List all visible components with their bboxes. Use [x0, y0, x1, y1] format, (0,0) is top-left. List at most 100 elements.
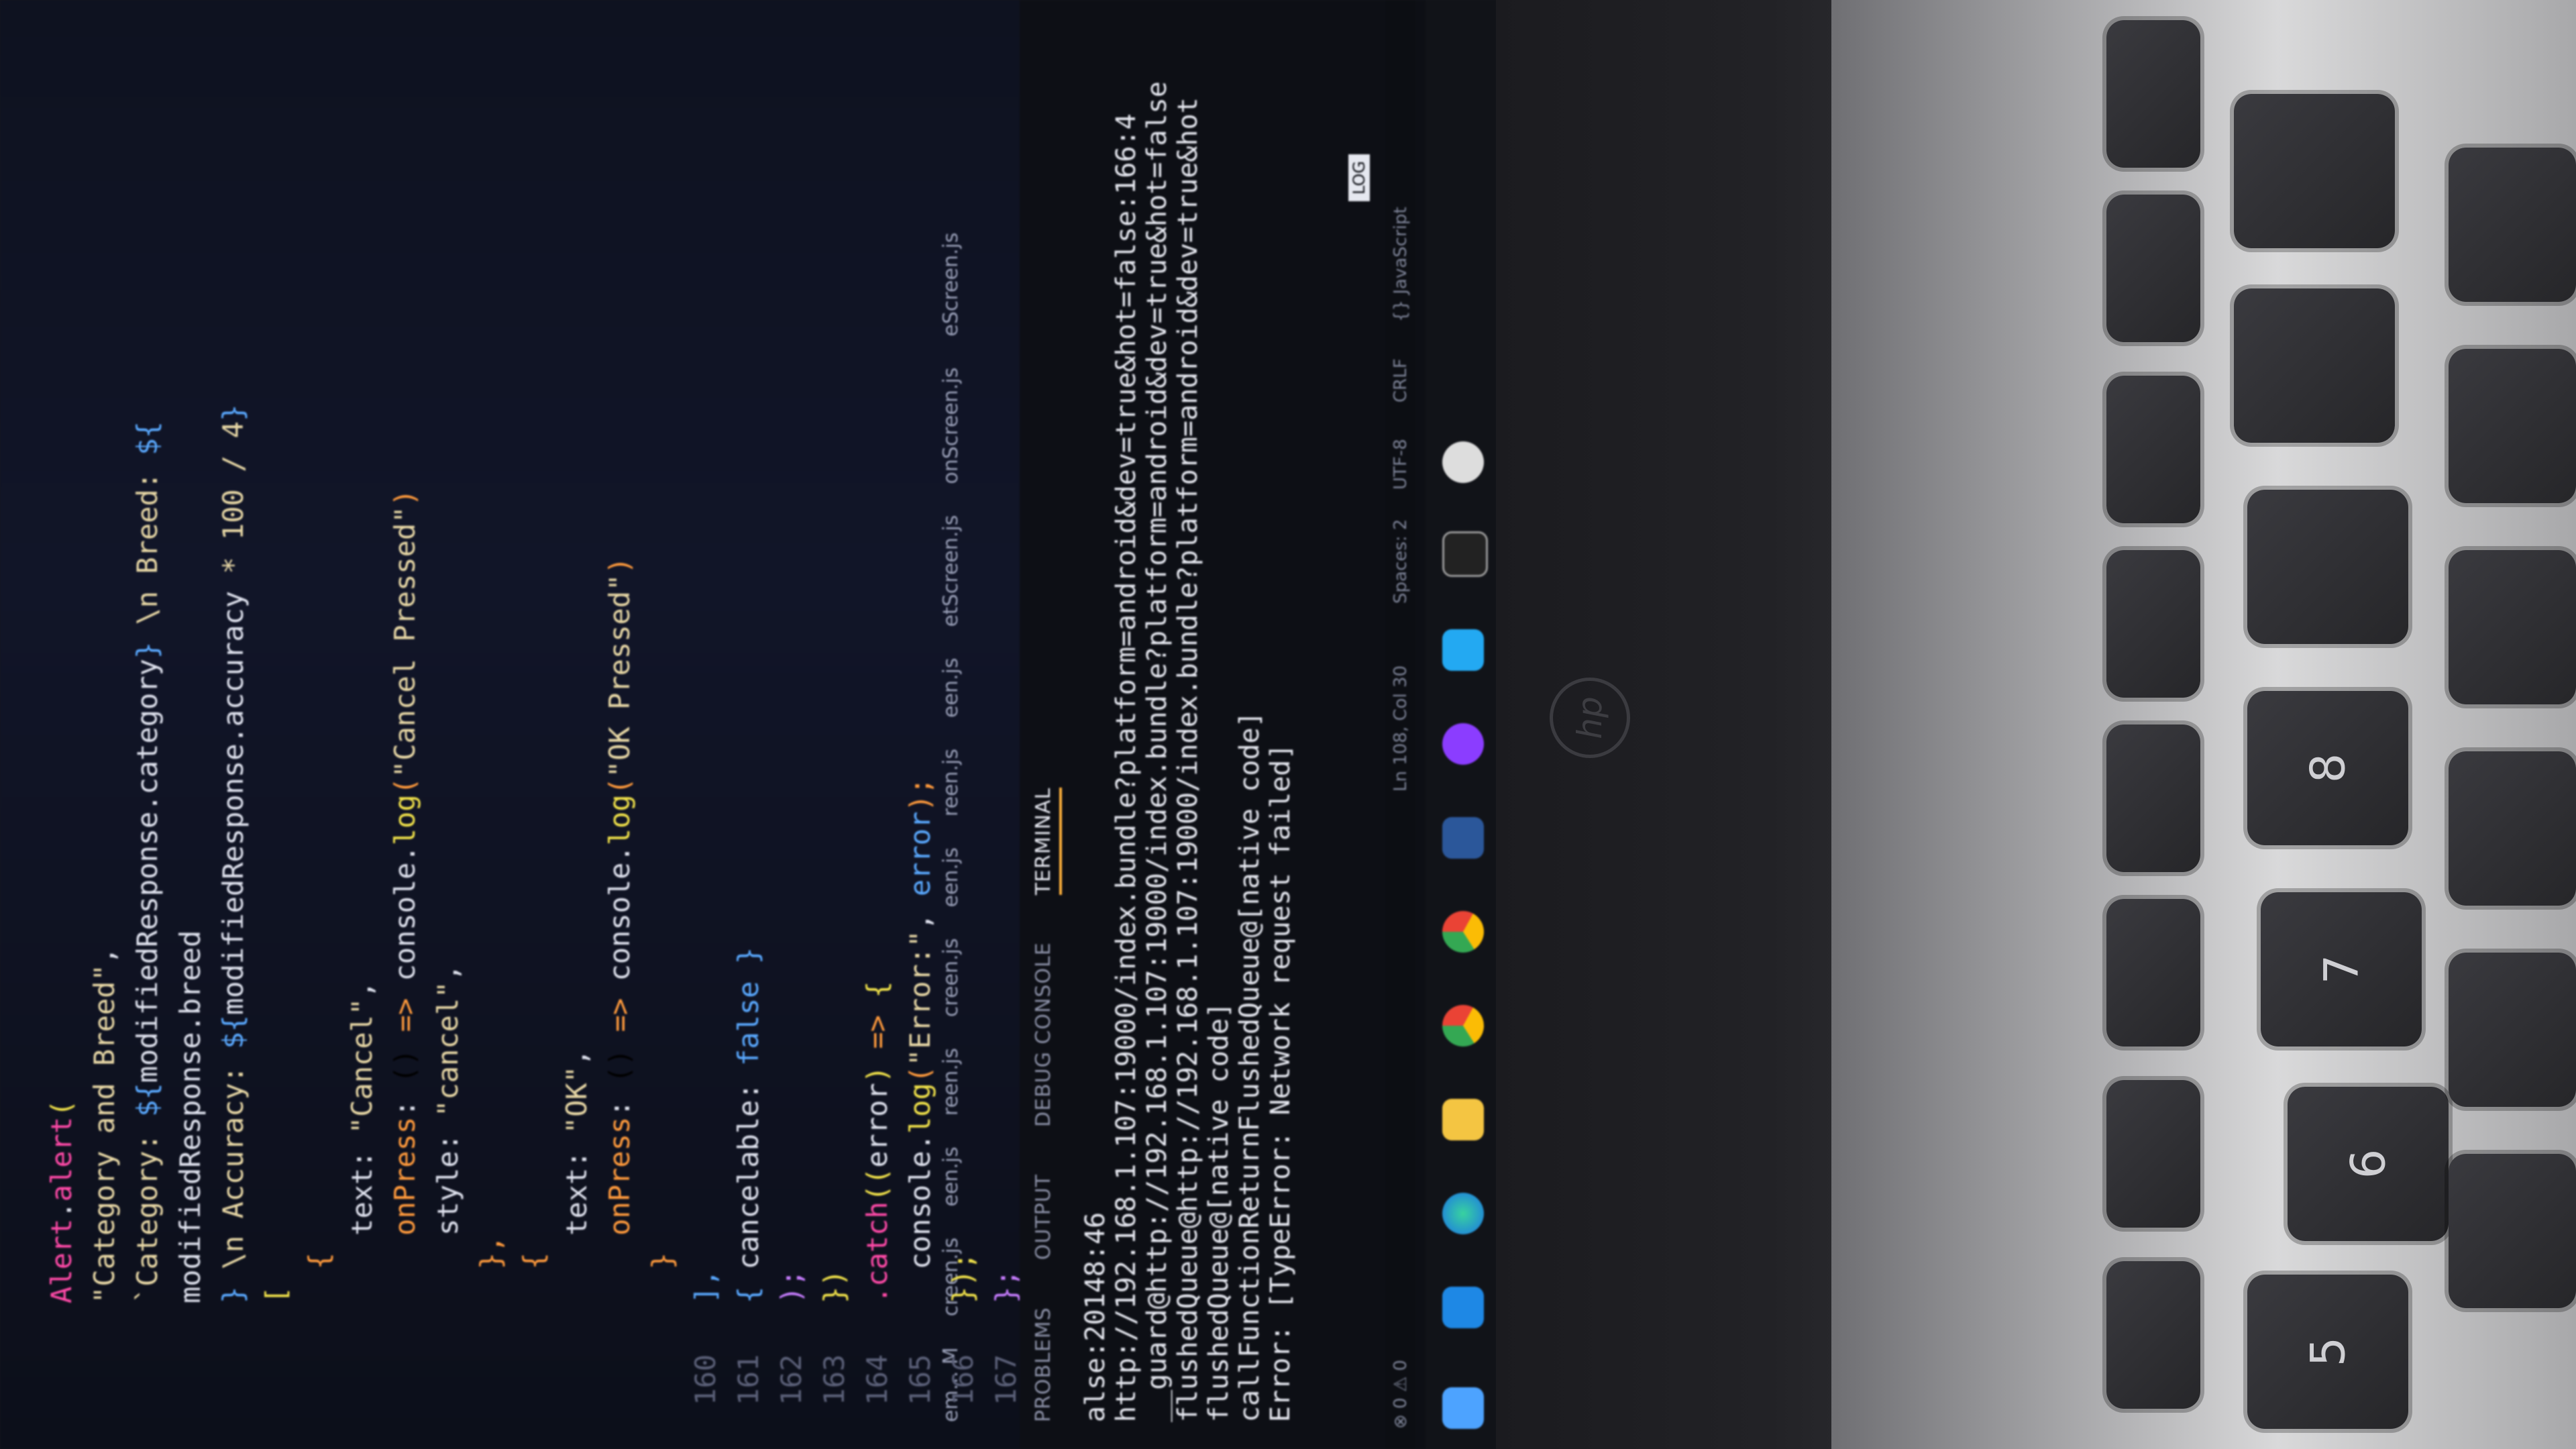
code-token: ,	[88, 947, 121, 965]
code-token: (	[603, 777, 636, 795]
terminal-line: http://192.168.1.107:19000/index.bundle?…	[1111, 113, 1142, 1422]
tab-terminal[interactable]: TERMINAL	[1032, 787, 1062, 896]
code-token: cancelable:	[732, 1065, 765, 1270]
key-7[interactable]: 7	[2261, 892, 2422, 1046]
tab-debug-console[interactable]: DEBUG CONSOLE	[1032, 942, 1055, 1127]
code-token: })	[818, 1269, 851, 1303]
code-token: \n Accuracy:	[217, 1049, 250, 1287]
vscode-icon[interactable]	[1442, 629, 1484, 671]
key[interactable]	[2449, 550, 2576, 704]
chrome-profile-icon[interactable]	[1442, 911, 1484, 953]
code-token: "Cancel"	[345, 998, 378, 1134]
cursor-position[interactable]: Ln 108, Col 30	[1391, 665, 1411, 792]
key[interactable]	[2449, 953, 2576, 1107]
key[interactable]	[2449, 1154, 2576, 1308]
code-line: onPress: () => console.log("Cancel Press…	[384, 13, 427, 1422]
code-token: console.	[603, 845, 636, 981]
start-icon[interactable]	[1442, 1387, 1484, 1429]
line-number: 165	[904, 1303, 936, 1422]
code-line: text: "Cancel",	[341, 13, 384, 1422]
code-editor[interactable]: Alert.alert( "Category and Breed", `Cate…	[40, 13, 1022, 1422]
code-line: "Category and Breed",	[83, 13, 126, 1422]
code-token: ${	[131, 1083, 164, 1117]
file-explorer-icon[interactable]	[1442, 1099, 1484, 1140]
laptop-screen: em... Mcreen.jseen.jsreen.jscreen.jseen.…	[0, 0, 1503, 1449]
problems-count[interactable]: ⊗ 0 ⚠ 0	[1391, 1360, 1411, 1429]
code-token: log	[388, 794, 421, 846]
mail-icon[interactable]	[1442, 1287, 1484, 1328]
fn-key[interactable]	[2106, 195, 2200, 342]
indentation[interactable]: Spaces: 2	[1391, 519, 1411, 604]
key-5[interactable]: 5	[2247, 1275, 2408, 1429]
terminal-icon[interactable]	[1442, 531, 1488, 577]
code-token: "Category and Breed"	[88, 964, 121, 1303]
code-token: log	[603, 794, 636, 846]
code-token: =>	[603, 981, 636, 1032]
key-8[interactable]: 8	[2247, 691, 2408, 845]
line-number: 163	[818, 1303, 851, 1422]
code-token: ()	[603, 1032, 636, 1083]
code-token: text:	[560, 1134, 593, 1303]
line-number: 162	[775, 1303, 808, 1422]
fn-key[interactable]	[2106, 376, 2200, 523]
code-line: {	[513, 13, 555, 1422]
key[interactable]	[2234, 288, 2395, 443]
chrome-icon[interactable]	[1442, 1005, 1484, 1046]
status-bar: ⊗ 0 ⚠ 0 Ln 108, Col 30 Spaces: 2 UTF-8 C…	[1385, 0, 1415, 1449]
code-token: );	[904, 777, 936, 812]
fn-key[interactable]	[2106, 20, 2200, 168]
code-token: \n Breed:	[131, 455, 164, 642]
code-token: {	[517, 1252, 550, 1303]
language-mode[interactable]: {} JavaScript	[1391, 207, 1411, 322]
code-token: :	[388, 1083, 421, 1117]
key[interactable]	[2449, 751, 2576, 906]
canva-icon[interactable]	[1442, 723, 1484, 765]
code-token: alert	[45, 1116, 78, 1202]
key[interactable]	[2449, 349, 2576, 503]
code-token: text:	[345, 1134, 378, 1303]
encoding[interactable]: UTF-8	[1391, 439, 1411, 490]
code-token: "cancel"	[431, 981, 464, 1117]
fn-key[interactable]	[2106, 899, 2200, 1046]
line-ending[interactable]: CRLF	[1391, 358, 1411, 402]
code-line: style: "cancel",	[427, 13, 470, 1422]
app-icon[interactable]	[1442, 441, 1484, 483]
code-line: } \n Accuracy: ${modifiedResponse.accura…	[212, 13, 255, 1422]
fn-key[interactable]	[2106, 1261, 2200, 1409]
key[interactable]	[2449, 148, 2576, 302]
fn-key[interactable]	[2106, 724, 2200, 872]
tab-output[interactable]: OUTPUT	[1032, 1174, 1055, 1260]
terminal-output[interactable]: alse:20148:46 http://192.168.1.107:19000/…	[1080, 13, 1296, 1422]
line-number: 167	[989, 1303, 1022, 1422]
code-token: :	[603, 1083, 636, 1117]
key[interactable]	[2247, 490, 2408, 644]
code-line: 165 console.log("Error:", error);	[899, 13, 942, 1422]
fn-key[interactable]	[2106, 550, 2200, 698]
code-token: "OK"	[560, 1065, 593, 1134]
key-6[interactable]: 6	[2288, 1087, 2449, 1241]
code-line: 164 .catch((error) => {	[856, 13, 899, 1422]
code-token: "Cancel Pressed"	[388, 506, 421, 778]
fn-key[interactable]	[2106, 1080, 2200, 1228]
code-token: style:	[431, 1116, 464, 1303]
key[interactable]	[2234, 94, 2395, 248]
code-token: ,	[904, 896, 936, 930]
line-number: 166	[947, 1303, 979, 1422]
word-icon[interactable]	[1442, 817, 1484, 859]
code-token: {	[303, 1252, 335, 1303]
code-token: =>	[861, 998, 894, 1049]
code-token: .	[45, 1201, 78, 1219]
line-number: 160	[689, 1303, 722, 1422]
code-token: });	[947, 1252, 979, 1303]
tab-problems[interactable]: PROBLEMS	[1032, 1307, 1055, 1422]
edge-icon[interactable]	[1442, 1193, 1484, 1234]
laptop-keyboard: 5 6 7 8	[1831, 0, 2576, 1449]
code-token: }	[646, 1252, 679, 1303]
code-token: ((	[861, 1167, 894, 1202]
key-6-label: 6	[2340, 1148, 2396, 1179]
key-8-label: 8	[2300, 753, 2355, 784]
code-token: };	[989, 1269, 1022, 1303]
code-token: log	[904, 1083, 936, 1134]
terminal-line: __guard@http://192.168.1.107:19000/index…	[1142, 81, 1173, 1422]
code-token: "Error:"	[904, 930, 936, 1066]
